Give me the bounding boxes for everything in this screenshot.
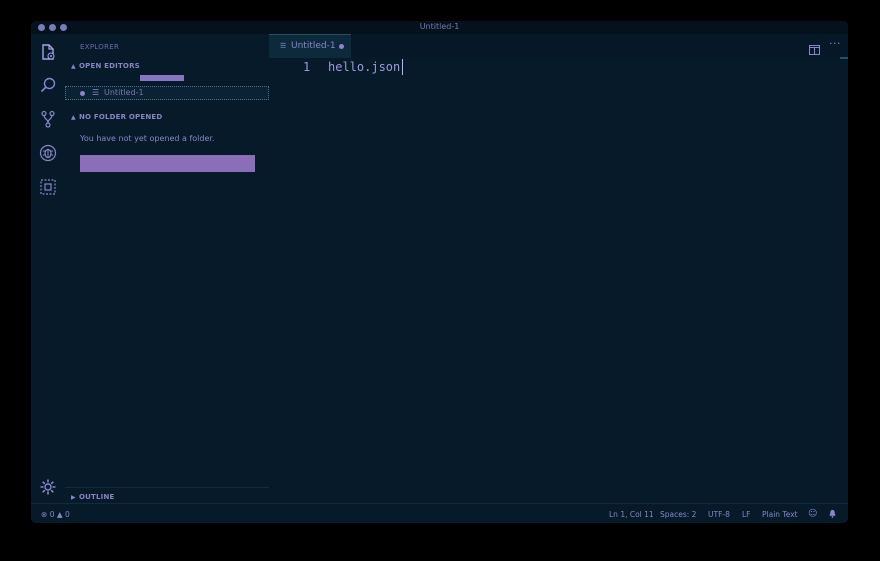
title-bar: Untitled-1	[31, 21, 848, 34]
open-editor-name: Untitled-1	[104, 88, 144, 97]
warning-count: 0	[65, 510, 70, 519]
file-icon: ☰	[92, 88, 100, 97]
chevron-down-icon: ▲	[71, 114, 76, 121]
sidebar-title: EXPLORER	[80, 43, 120, 51]
overview-ruler-mark	[840, 57, 848, 59]
explorer-sidebar: EXPLORER ▲ OPEN EDITORS ☰ Untitled-1 ▲ NO …	[65, 34, 269, 503]
status-bar: ⊗ 0 ▲ 0 Ln 1, Col 11 Spaces: 2 UTF-8 LF …	[31, 503, 848, 523]
encoding-setting[interactable]: UTF-8	[708, 510, 730, 519]
tab-label: Untitled-1	[291, 41, 336, 51]
editor-area: ☰ Untitled-1 ··· 1 hello.json	[269, 34, 848, 503]
split-editor-icon[interactable]	[809, 40, 820, 55]
no-folder-section[interactable]: ▲ NO FOLDER OPENED	[71, 113, 162, 121]
more-actions-icon[interactable]: ···	[829, 37, 841, 50]
tab-bar: ☰ Untitled-1 ···	[269, 34, 848, 58]
error-icon: ⊗	[41, 510, 48, 519]
search-icon[interactable]	[39, 76, 57, 94]
close-dirty-icon[interactable]	[80, 91, 85, 96]
text-cursor	[402, 59, 403, 75]
dirty-dot-icon[interactable]	[339, 44, 344, 49]
open-editors-section[interactable]: ▲ OPEN EDITORS	[71, 62, 140, 70]
open-editors-dirty-indicator	[140, 75, 184, 81]
extensions-icon[interactable]	[39, 178, 57, 196]
chevron-right-icon: ▶	[71, 494, 76, 501]
source-control-icon[interactable]	[39, 110, 57, 128]
outline-section[interactable]: ▶ OUTLINE	[65, 487, 269, 504]
tab-untitled-1[interactable]: ☰ Untitled-1	[269, 34, 351, 58]
debug-icon[interactable]	[39, 144, 57, 162]
file-icon: ☰	[280, 42, 287, 50]
error-count: 0	[49, 510, 55, 519]
vscode-window: Untitled-1 EXPLORER ▲ OPEN EDITORS ☰ Unt…	[31, 21, 848, 523]
gear-icon[interactable]	[39, 478, 57, 496]
files-icon[interactable]	[39, 43, 57, 61]
warning-icon: ▲	[56, 510, 63, 519]
cursor-position[interactable]: Ln 1, Col 11	[609, 510, 654, 519]
feedback-icon[interactable]: ☺	[808, 509, 817, 519]
open-folder-button[interactable]	[80, 155, 255, 172]
open-editor-item[interactable]: ☰ Untitled-1	[65, 86, 269, 100]
no-folder-message: You have not yet opened a folder.	[80, 134, 215, 143]
notifications-icon[interactable]	[828, 509, 837, 520]
chevron-down-icon: ▲	[71, 63, 76, 70]
line-number: 1	[303, 60, 311, 74]
activity-bar	[31, 34, 65, 503]
language-mode[interactable]: Plain Text	[762, 510, 798, 519]
eol-setting[interactable]: LF	[742, 510, 751, 519]
problems-indicator[interactable]: ⊗ 0 ▲ 0	[41, 510, 70, 519]
window-title: Untitled-1	[419, 22, 460, 31]
code-line[interactable]: hello.json	[328, 60, 400, 74]
indentation-setting[interactable]: Spaces: 2	[660, 510, 696, 519]
